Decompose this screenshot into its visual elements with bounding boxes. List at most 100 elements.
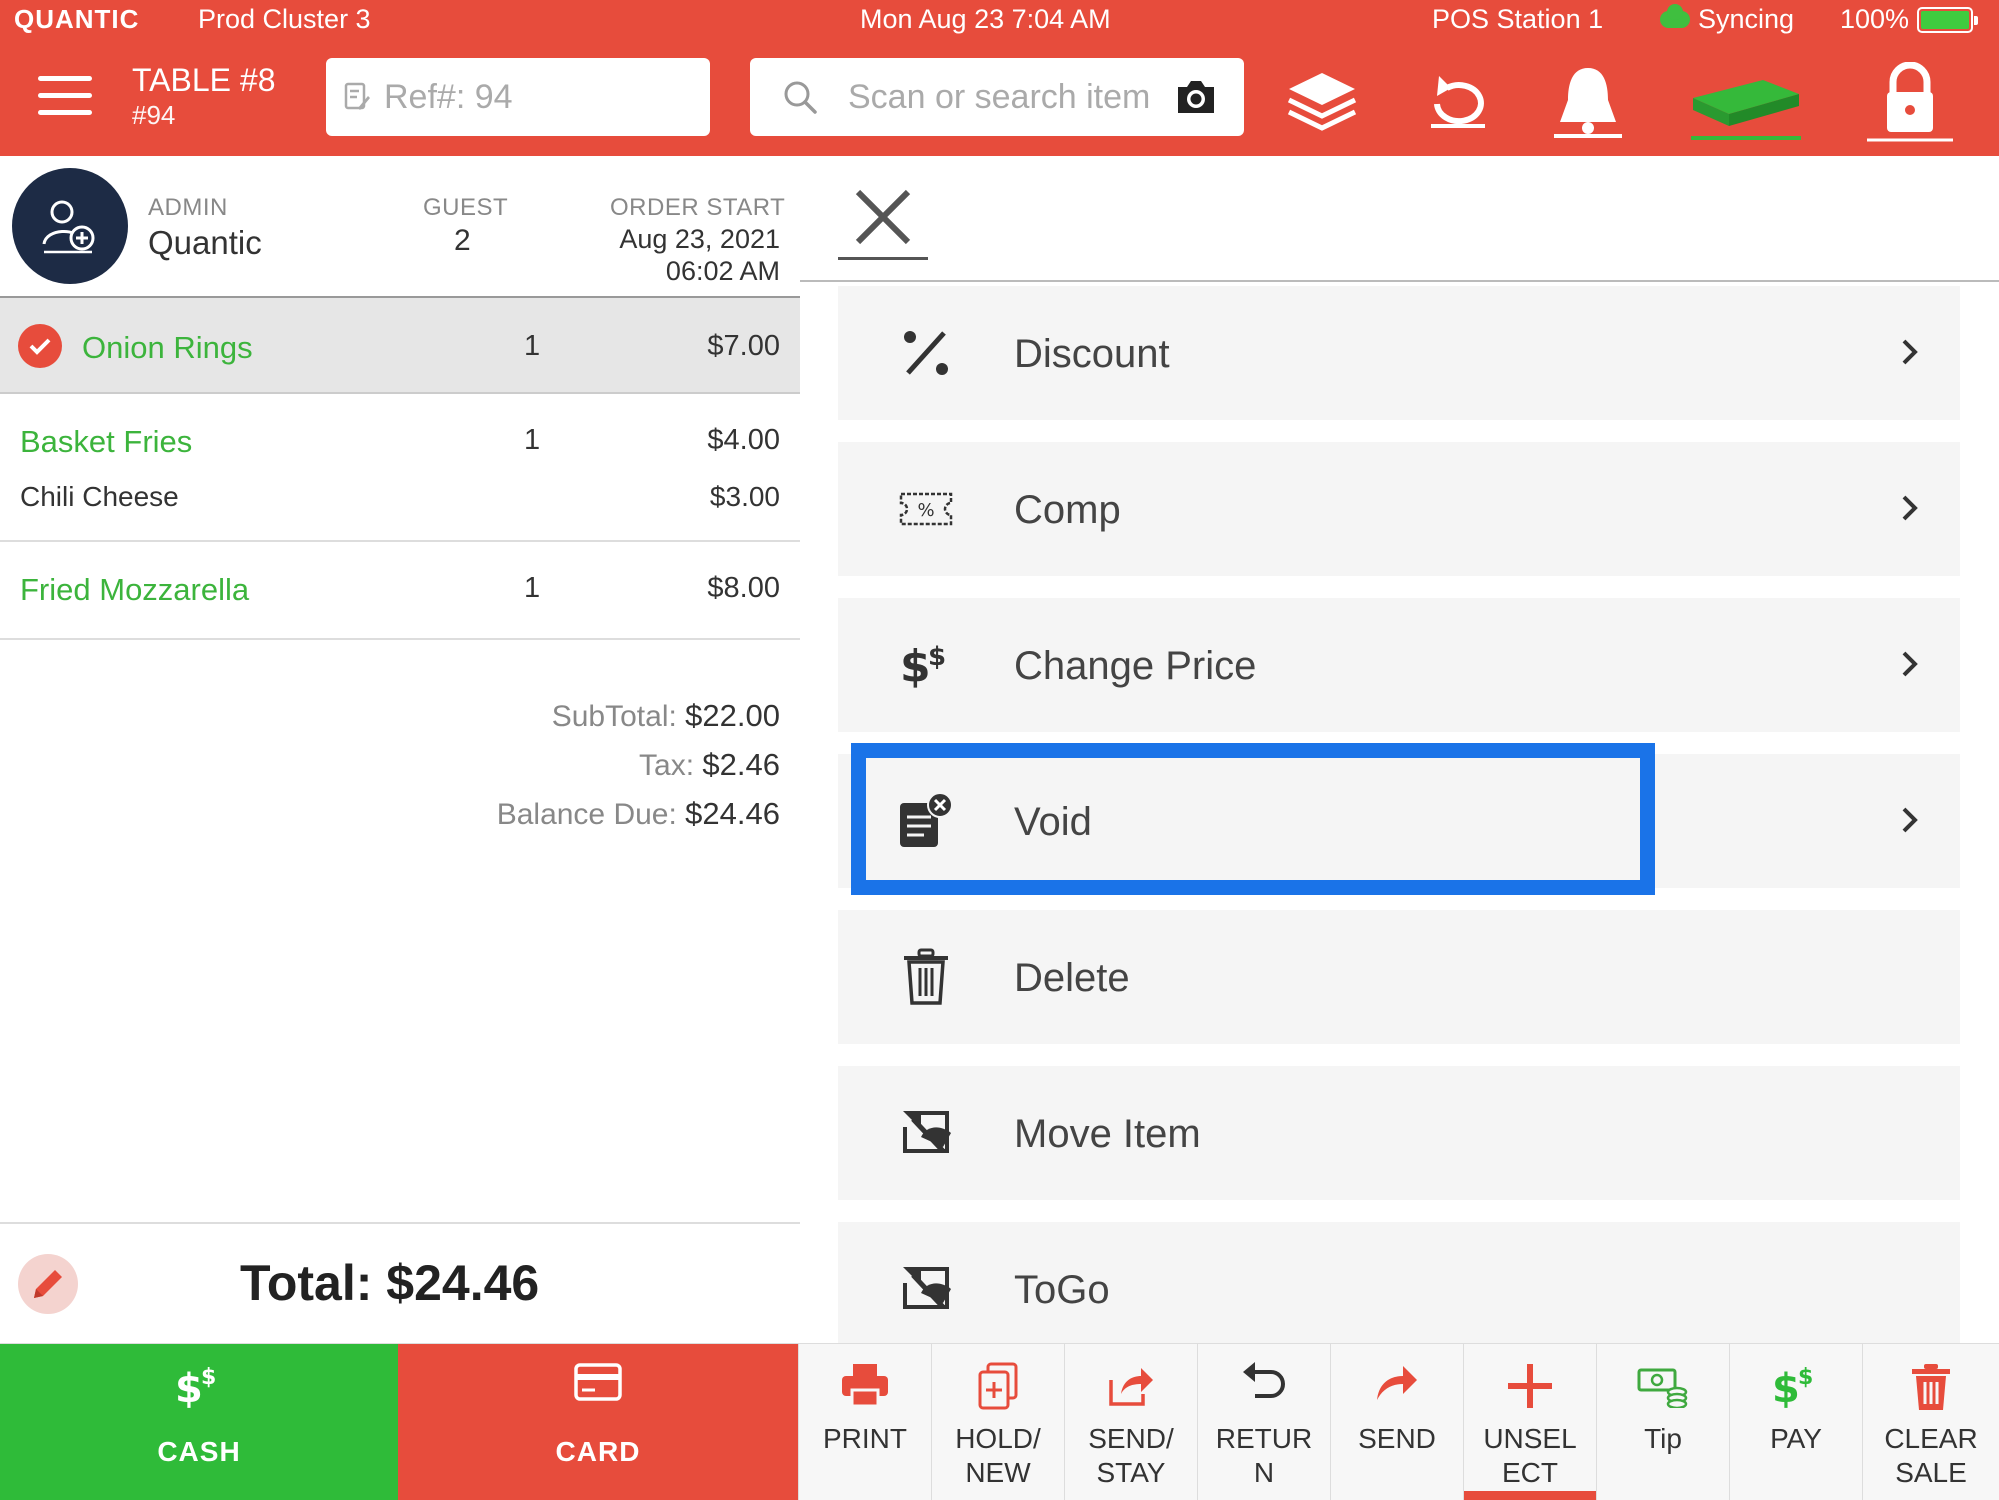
order-item-row[interactable]: Onion Rings 1 $7.00 — [0, 296, 800, 394]
search-icon — [784, 81, 817, 114]
option-label: ToGo — [1014, 1268, 1110, 1312]
hamburger-menu-icon[interactable] — [38, 76, 92, 116]
tip-money-icon — [1597, 1362, 1729, 1408]
admin-label: ADMIN — [148, 194, 228, 221]
unselect-button[interactable]: UNSEL ECT — [1463, 1344, 1596, 1500]
option-delete[interactable]: Delete — [838, 910, 1960, 1044]
add-user-icon — [42, 200, 95, 254]
battery-label: 100% — [1840, 4, 1910, 34]
plus-icon — [1464, 1362, 1596, 1410]
tax-value: $2.46 — [702, 747, 780, 782]
print-button[interactable]: PRINT — [798, 1344, 931, 1500]
option-label: Delete — [1014, 956, 1130, 1000]
modifier-name: Chili Cheese — [20, 481, 179, 512]
svg-text:$: $ — [928, 642, 946, 672]
chevron-right-icon — [1890, 488, 1930, 528]
add-customer-button[interactable] — [12, 168, 128, 284]
tax-line: Tax: $2.46 — [639, 747, 780, 783]
option-void[interactable]: Void — [838, 754, 1960, 888]
cluster-name: Prod Cluster 3 — [198, 4, 371, 34]
item-qty: 1 — [524, 424, 541, 456]
trash-icon — [896, 947, 956, 1007]
search-field[interactable] — [750, 58, 1244, 136]
tip-button[interactable]: Tip — [1596, 1344, 1729, 1500]
item-options-panel: Discount % Comp $ $ Change Price Void De… — [800, 156, 1999, 1343]
price-change-icon: $ $ — [896, 635, 956, 695]
close-button[interactable] — [838, 176, 928, 260]
lock-icon[interactable] — [1862, 62, 1958, 142]
modifier-price: $3.00 — [709, 481, 780, 512]
option-move-item[interactable]: Move Item — [838, 1066, 1960, 1200]
subtotal-line: SubTotal: $22.00 — [552, 698, 780, 734]
option-togo[interactable]: ToGo — [838, 1222, 1960, 1343]
note-edit-icon — [344, 82, 370, 110]
cash-button[interactable]: $ $ CASH — [0, 1344, 398, 1500]
coupon-icon: % — [896, 479, 956, 539]
order-number: #94 — [132, 100, 176, 130]
send-stay-button[interactable]: SEND/STAY — [1064, 1344, 1197, 1500]
svg-text:$: $ — [201, 1365, 216, 1390]
item-name: Fried Mozzarella — [20, 572, 250, 607]
return-button[interactable]: RETUR N — [1197, 1344, 1330, 1500]
togo-icon — [896, 1259, 956, 1319]
pay-button[interactable]: $ $ PAY — [1729, 1344, 1862, 1500]
option-label: Change Price — [1014, 644, 1257, 688]
return-label: RETUR N — [1215, 1423, 1313, 1488]
ref-input[interactable] — [384, 77, 704, 117]
clear-sale-button[interactable]: CLEAR SALE — [1862, 1344, 1999, 1500]
svg-text:$: $ — [1798, 1365, 1813, 1390]
sync-label: Syncing — [1698, 4, 1795, 34]
move-icon — [896, 1103, 956, 1163]
bell-icon[interactable] — [1548, 62, 1628, 142]
cash-icon: $ $ — [0, 1362, 398, 1410]
brand-logo: QUANTIC — [14, 4, 140, 34]
clock: Mon Aug 23 7:04 AM — [860, 4, 1111, 34]
order-total: Total: $24.46 — [240, 1255, 540, 1311]
hold-doc-icon — [932, 1362, 1064, 1412]
undo-icon — [1198, 1362, 1330, 1404]
guest-count[interactable]: 2 — [454, 224, 471, 258]
refresh-icon[interactable] — [1418, 62, 1498, 142]
cash-label: CASH — [157, 1436, 241, 1467]
table-title: TABLE #8 — [132, 62, 276, 98]
percent-icon — [896, 323, 956, 383]
item-name: Basket Fries — [20, 424, 193, 459]
send-label: SEND — [1358, 1423, 1436, 1454]
option-label: Comp — [1014, 488, 1121, 532]
cash-drawer-icon[interactable] — [1686, 62, 1806, 142]
trash-red-icon — [1863, 1362, 1999, 1412]
camera-icon[interactable] — [1174, 79, 1218, 115]
admin-name: Quantic — [148, 224, 262, 261]
station-name: POS Station 1 — [1432, 4, 1604, 34]
subtotal-value: $22.00 — [685, 698, 780, 733]
search-input[interactable] — [848, 77, 1178, 117]
option-discount[interactable]: Discount — [838, 286, 1960, 420]
tip-label: Tip — [1644, 1423, 1682, 1454]
option-change-price[interactable]: $ $ Change Price — [838, 598, 1960, 732]
pencil-icon — [34, 1270, 62, 1298]
battery-status: 100% — [1840, 4, 1979, 35]
clear-sale-label: CLEAR SALE — [1884, 1423, 1978, 1488]
order-start-time: 06:02 AM — [665, 256, 780, 286]
card-button[interactable]: CARD — [398, 1344, 798, 1500]
send-button[interactable]: SEND — [1330, 1344, 1463, 1500]
chevron-right-icon — [1890, 800, 1930, 840]
hold-new-button[interactable]: HOLD/NEW — [931, 1344, 1064, 1500]
layers-icon[interactable] — [1282, 62, 1362, 142]
void-icon — [896, 791, 956, 851]
item-price: $8.00 — [707, 572, 780, 604]
share-icon — [1065, 1362, 1197, 1408]
ref-field[interactable] — [326, 58, 710, 136]
hold-new-label: HOLD/NEW — [955, 1423, 1041, 1488]
print-label: PRINT — [823, 1423, 907, 1454]
option-label: Discount — [1014, 332, 1170, 376]
option-label: Void — [1014, 800, 1092, 844]
top-bar: QUANTIC Prod Cluster 3 Mon Aug 23 7:04 A… — [0, 0, 1999, 156]
order-item-row[interactable]: Basket Fries 1 $4.00 Chili Cheese $3.00 — [0, 394, 800, 542]
close-icon — [855, 189, 911, 244]
order-item-row[interactable]: Fried Mozzarella 1 $8.00 — [0, 542, 800, 640]
edit-order-button[interactable] — [18, 1254, 78, 1314]
subtotal-label: SubTotal: — [551, 700, 677, 733]
unselect-label: UNSEL ECT — [1483, 1423, 1577, 1488]
option-comp[interactable]: % Comp — [838, 442, 1960, 576]
